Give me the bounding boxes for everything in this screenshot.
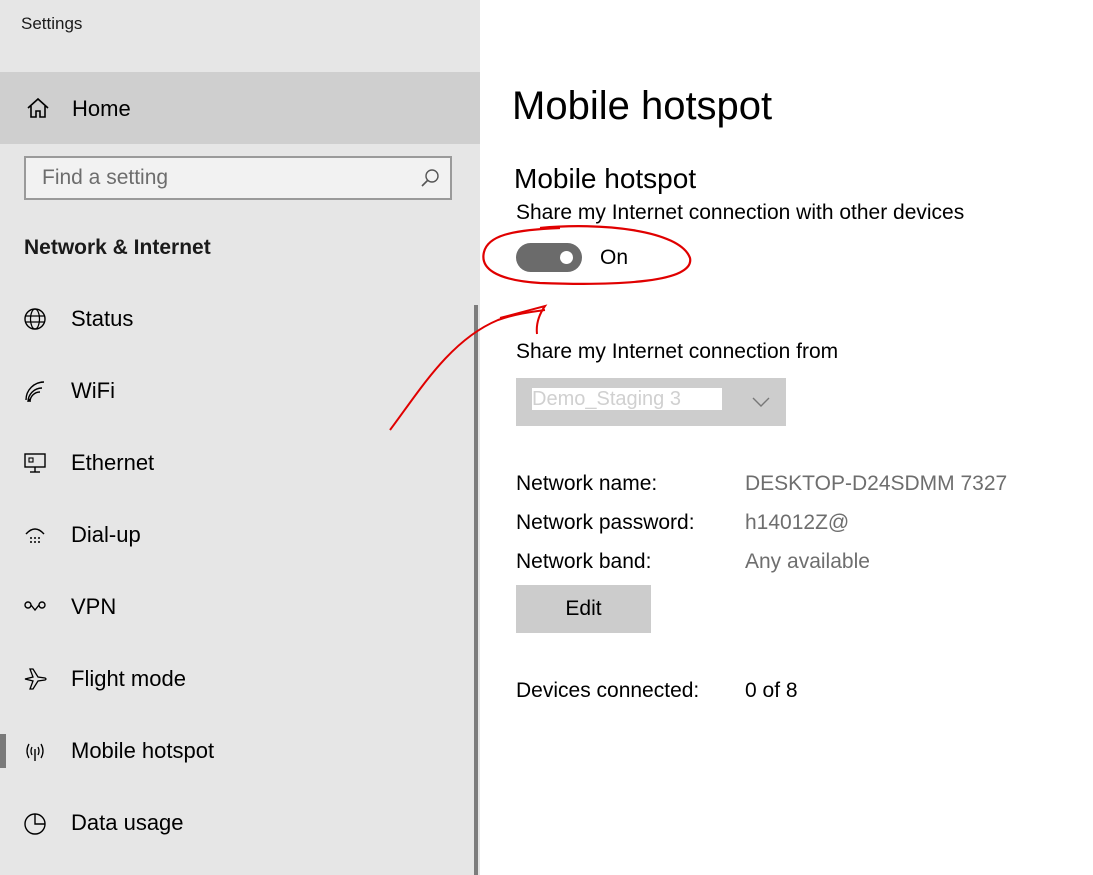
sidebar-item-label: Data usage bbox=[71, 810, 184, 835]
sidebar-item-wifi[interactable]: WiFi bbox=[0, 364, 476, 420]
sidebar-item-data-usage[interactable]: Data usage bbox=[0, 796, 476, 852]
ethernet-icon bbox=[24, 453, 46, 473]
chevron-down-icon bbox=[752, 397, 770, 407]
airplane-icon bbox=[24, 668, 47, 690]
edit-button[interactable]: Edit bbox=[516, 585, 651, 633]
network-name-value: DESKTOP-D24SDMM 7327 bbox=[745, 472, 1008, 495]
share-from-value: Demo_Staging 3 bbox=[532, 388, 722, 410]
page-title: Mobile hotspot bbox=[512, 84, 773, 128]
annotation-arrowhead bbox=[499, 304, 548, 335]
sidebar-item-label: Status bbox=[71, 306, 134, 331]
annotation-circle bbox=[482, 225, 692, 285]
sidebar-scrollbar[interactable] bbox=[474, 305, 478, 875]
share-description: Share my Internet connection with other … bbox=[516, 201, 965, 224]
sidebar-item-mobile-hotspot[interactable]: Mobile hotspot bbox=[0, 724, 476, 780]
globe-icon bbox=[24, 308, 46, 330]
sidebar-item-label: Ethernet bbox=[71, 450, 155, 475]
sidebar-item-label: VPN bbox=[71, 594, 117, 619]
sidebar-item-label: Mobile hotspot bbox=[71, 738, 215, 763]
home-nav-item[interactable]: Home bbox=[0, 72, 480, 144]
search-box[interactable] bbox=[24, 156, 452, 200]
sidebar-item-vpn[interactable]: VPN bbox=[0, 580, 476, 636]
network-band-value: Any available bbox=[745, 550, 870, 573]
devices-connected-label: Devices connected: bbox=[516, 679, 700, 702]
dialup-icon bbox=[25, 528, 45, 543]
share-from-label: Share my Internet connection from bbox=[516, 340, 839, 363]
search-icon[interactable] bbox=[420, 168, 440, 188]
search-input[interactable] bbox=[26, 158, 406, 198]
toggle-state-label: On bbox=[600, 246, 629, 269]
sidebar-item-label: Dial-up bbox=[71, 522, 141, 547]
devices-connected-value: 0 of 8 bbox=[745, 679, 798, 702]
sidebar-item-label: Flight mode bbox=[71, 666, 186, 691]
toggle-knob bbox=[560, 251, 573, 264]
app-title: Settings bbox=[21, 14, 83, 33]
network-password-value: h14012Z@ bbox=[745, 511, 850, 534]
section-title: Network & Internet bbox=[24, 236, 211, 259]
network-name-label: Network name: bbox=[516, 472, 658, 495]
sidebar-item-flight-mode[interactable]: Flight mode bbox=[0, 652, 476, 708]
data-usage-icon bbox=[24, 813, 46, 835]
home-icon bbox=[27, 97, 49, 118]
hotspot-icon bbox=[26, 743, 44, 761]
section-heading: Mobile hotspot bbox=[514, 163, 697, 194]
home-label: Home bbox=[72, 96, 131, 121]
sidebar-item-status[interactable]: Status bbox=[0, 292, 476, 348]
network-password-label: Network password: bbox=[516, 511, 695, 534]
wifi-icon bbox=[25, 381, 45, 403]
network-band-label: Network band: bbox=[516, 550, 652, 573]
vpn-icon bbox=[24, 601, 46, 612]
sidebar: Settings Home Network & Internet Status bbox=[0, 0, 480, 875]
hotspot-toggle[interactable] bbox=[516, 243, 582, 272]
sidebar-item-dialup[interactable]: Dial-up bbox=[0, 508, 476, 564]
share-from-dropdown[interactable]: Demo_Staging 3 bbox=[516, 378, 786, 426]
sidebar-item-label: WiFi bbox=[71, 378, 115, 403]
active-item-indicator bbox=[0, 734, 6, 768]
sidebar-item-ethernet[interactable]: Ethernet bbox=[0, 436, 476, 492]
